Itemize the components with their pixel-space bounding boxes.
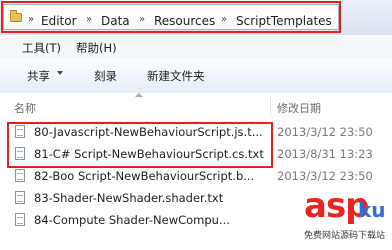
menu-bar: 工具(T) 帮助(H) bbox=[0, 37, 392, 58]
text-file-icon bbox=[15, 169, 25, 182]
text-file-icon bbox=[15, 213, 25, 226]
chevron-down-icon[interactable] bbox=[57, 71, 63, 75]
address-bar: » Editor » Data » Resources » ScriptTemp… bbox=[0, 0, 392, 35]
watermark-logo: asp ku 免费网站源码下载站 bbox=[302, 186, 392, 250]
file-name[interactable]: 84-Compute Shader-NewCompu... bbox=[34, 213, 230, 227]
sort-ascending-icon bbox=[135, 93, 143, 97]
file-name[interactable]: 83-Shader-NewShader.shader.txt bbox=[34, 191, 223, 205]
column-header-row: 名称 修改日期 bbox=[0, 93, 392, 117]
burn-button[interactable]: 刻录 bbox=[94, 68, 117, 84]
file-name[interactable]: 82-Boo Script-NewBehaviourScript.b... bbox=[34, 169, 254, 183]
file-modified-date: 2013/3/12 23:50 bbox=[277, 169, 373, 183]
watermark-subtitle: 免费网站源码下载站 bbox=[304, 231, 386, 241]
column-header-modified[interactable]: 修改日期 bbox=[277, 100, 321, 116]
file-modified-date: 2013/3/12 23:50 bbox=[277, 125, 373, 139]
watermark-brand-suffix: ku bbox=[358, 198, 386, 222]
files-highlight-box bbox=[7, 122, 273, 168]
command-toolbar: 共享 刻录 新建文件夹 bbox=[0, 58, 392, 94]
column-divider[interactable] bbox=[270, 97, 271, 115]
menu-tools[interactable]: 工具(T) bbox=[22, 40, 61, 56]
column-header-name[interactable]: 名称 bbox=[14, 100, 36, 116]
share-button[interactable]: 共享 bbox=[27, 68, 50, 84]
menu-help[interactable]: 帮助(H) bbox=[76, 40, 117, 56]
address-highlight-box bbox=[1, 1, 341, 33]
new-folder-button[interactable]: 新建文件夹 bbox=[147, 68, 205, 84]
text-file-icon bbox=[15, 191, 25, 204]
file-row[interactable]: 82-Boo Script-NewBehaviourScript.b... 20… bbox=[0, 167, 392, 186]
file-modified-date: 2013/8/31 13:23 bbox=[277, 147, 373, 161]
